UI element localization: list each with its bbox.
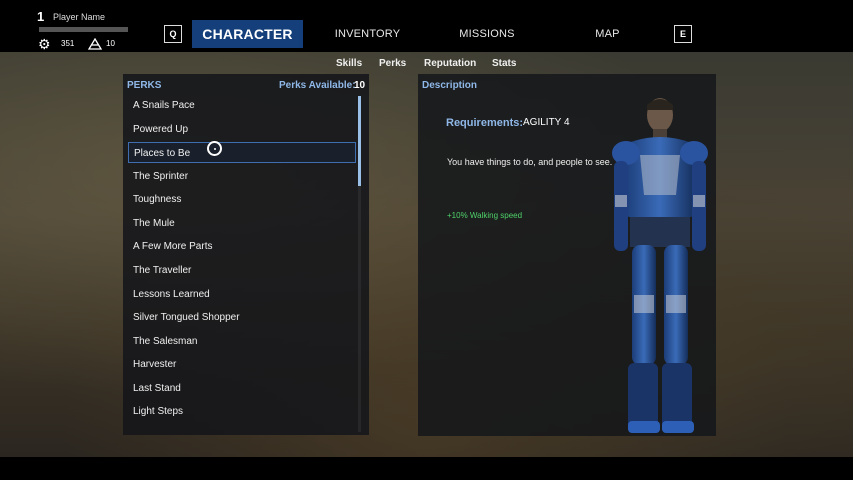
cursor-icon (207, 141, 222, 156)
perk-item[interactable]: The Salesman (128, 331, 356, 352)
perks-available-value: 10 (354, 80, 366, 91)
pyramid-icon (88, 38, 102, 50)
gear-icon: ⚙ (38, 36, 51, 52)
stat-value-2: 10 (106, 39, 115, 48)
tab-inventory[interactable]: INVENTORY (330, 20, 405, 48)
perk-item-selected[interactable]: Places to Be (128, 142, 356, 163)
perk-effect: +10% Walking speed (447, 211, 523, 220)
perks-panel: PERKS Perks Available: 10 A Snails Pace … (123, 74, 369, 435)
subtab-reputation[interactable]: Reputation (424, 58, 476, 69)
requirements-label: Requirements: (446, 117, 524, 129)
perk-item[interactable]: The Mule (128, 213, 356, 234)
perk-description: You have things to do, and people to see… (447, 157, 613, 167)
character-model (612, 98, 708, 433)
perks-scrollbar-thumb[interactable] (358, 96, 361, 186)
next-tab-key-e[interactable]: E (674, 25, 692, 43)
prev-tab-key-q[interactable]: Q (164, 25, 182, 43)
perks-available-label: Perks Available: (279, 80, 356, 91)
perk-item[interactable]: Harvester (128, 354, 356, 375)
perk-item[interactable]: The Sprinter (128, 166, 356, 187)
perk-item[interactable]: Toughness (128, 189, 356, 210)
perks-title: PERKS (127, 80, 162, 91)
perk-item[interactable]: Light Steps (128, 401, 356, 422)
subtab-stats[interactable]: Stats (492, 58, 516, 69)
xp-bar (39, 27, 128, 32)
perk-item[interactable]: Lessons Learned (128, 284, 356, 305)
player-name: Player Name (53, 12, 106, 22)
subtab-perks[interactable]: Perks (379, 58, 406, 69)
perk-item[interactable]: A Snails Pace (128, 95, 356, 116)
perk-item[interactable]: Silver Tongued Shopper (128, 307, 356, 328)
tab-missions[interactable]: MISSIONS (452, 20, 522, 48)
perk-item[interactable]: Last Stand (128, 378, 356, 399)
description-title: Description (422, 80, 478, 91)
subtab-skills[interactable]: Skills (336, 58, 362, 69)
tab-map[interactable]: MAP (590, 20, 625, 48)
requirements-value: AGILITY 4 (523, 117, 570, 128)
perk-item[interactable]: Powered Up (128, 119, 356, 140)
player-level: 1 (37, 9, 45, 24)
stat-value-1: 351 (61, 39, 75, 48)
top-bar (0, 0, 853, 52)
perk-item[interactable]: The Traveller (128, 260, 356, 281)
tab-character[interactable]: CHARACTER (192, 20, 303, 48)
perk-item[interactable]: A Few More Parts (128, 236, 356, 257)
bottom-bar (0, 457, 853, 480)
